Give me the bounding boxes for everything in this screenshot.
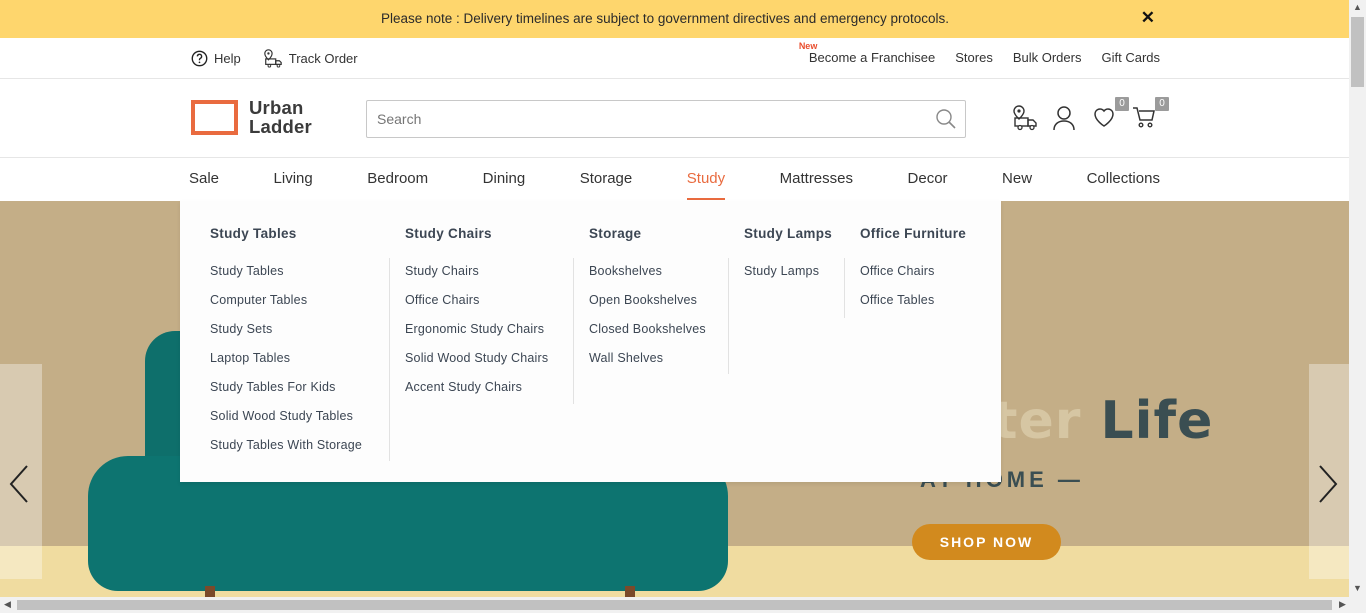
menu-link[interactable]: Office Chairs: [405, 293, 548, 322]
menu-link[interactable]: Ergonomic Study Chairs: [405, 322, 548, 351]
help-label: Help: [214, 50, 241, 66]
profile-button[interactable]: [1052, 105, 1078, 131]
wishlist-count: 0: [1115, 97, 1129, 111]
cart-icon: [1133, 107, 1155, 128]
menu-link[interactable]: Laptop Tables: [210, 351, 362, 380]
nav-mattresses[interactable]: Mattresses: [780, 170, 853, 187]
menu-link[interactable]: Study Chairs: [405, 264, 548, 293]
menu-link[interactable]: Study Tables For Kids: [210, 380, 362, 409]
logo[interactable]: Urban Ladder: [191, 98, 312, 136]
menu-link[interactable]: Study Sets: [210, 322, 362, 351]
track-order-label: Track Order: [288, 50, 358, 66]
column-title[interactable]: Study Tables: [210, 226, 297, 241]
cart-count: 0: [1155, 97, 1169, 111]
column-divider: [389, 258, 390, 461]
menu-link[interactable]: Bookshelves: [589, 264, 706, 293]
nav-dining[interactable]: Dining: [483, 170, 526, 187]
search-input[interactable]: [367, 101, 907, 137]
nav-collections[interactable]: Collections: [1087, 170, 1160, 187]
header: Urban Ladder 0 0: [0, 79, 1349, 158]
notice-bar: Please note : Delivery timelines are sub…: [0, 0, 1349, 38]
column-title[interactable]: Study Lamps: [744, 226, 832, 241]
scrollbar-thumb[interactable]: [17, 600, 1332, 610]
menu-link[interactable]: Study Tables: [210, 264, 362, 293]
franchisee-link[interactable]: New Become a Franchisee: [799, 41, 936, 65]
menu-link[interactable]: Wall Shelves: [589, 351, 706, 380]
scroll-left-icon[interactable]: ◀: [4, 599, 11, 610]
scroll-up-icon[interactable]: ▲: [1353, 2, 1362, 12]
menu-link[interactable]: Study Lamps: [744, 264, 819, 293]
column-title[interactable]: Study Chairs: [405, 226, 492, 241]
help-link[interactable]: Help: [191, 50, 241, 67]
nav-study[interactable]: Study: [686, 170, 726, 200]
menu-link[interactable]: Computer Tables: [210, 293, 362, 322]
user-icon: [1053, 106, 1075, 131]
column-divider: [844, 258, 845, 318]
chevron-left-icon: [9, 465, 28, 503]
menu-link[interactable]: Open Bookshelves: [589, 293, 706, 322]
store-locator-button[interactable]: [1012, 105, 1038, 131]
nav-decor[interactable]: Decor: [908, 170, 948, 187]
carousel-next-button[interactable]: [1309, 364, 1349, 579]
scroll-right-icon[interactable]: ▶: [1339, 599, 1346, 610]
wishlist-button[interactable]: 0: [1092, 97, 1129, 131]
stores-link[interactable]: Stores: [955, 50, 993, 65]
nav-bedroom[interactable]: Bedroom: [367, 170, 428, 187]
delivery-truck-icon: [1013, 105, 1037, 131]
cart-button[interactable]: 0: [1132, 97, 1169, 131]
logo-mark: [191, 99, 238, 135]
column-title[interactable]: Storage: [589, 226, 641, 241]
study-mega-menu: Study Tables Study Tables Computer Table…: [180, 201, 1001, 482]
search-icon[interactable]: [935, 108, 957, 130]
menu-link[interactable]: Office Tables: [860, 293, 935, 322]
notice-text: Please note : Delivery timelines are sub…: [380, 11, 950, 26]
track-order-link[interactable]: Track Order: [263, 48, 358, 68]
scroll-down-icon[interactable]: ▼: [1353, 583, 1362, 593]
column-divider: [573, 258, 574, 404]
menu-link[interactable]: Solid Wood Study Chairs: [405, 351, 548, 380]
shop-now-button[interactable]: SHOP NOW: [912, 524, 1061, 560]
menu-link[interactable]: Study Tables With Storage: [210, 438, 362, 467]
utility-bar: Help Track Order New Become a Franchisee …: [0, 38, 1349, 79]
logo-line2: Ladder: [249, 116, 312, 137]
franchisee-label: Become a Franchisee: [808, 50, 936, 65]
nav-living[interactable]: Living: [274, 170, 313, 187]
bulk-orders-link[interactable]: Bulk Orders: [1013, 50, 1082, 65]
menu-link[interactable]: Closed Bookshelves: [589, 322, 706, 351]
nav-storage[interactable]: Storage: [580, 170, 633, 187]
logo-line1: Urban: [249, 97, 304, 118]
nav-sale[interactable]: Sale: [189, 170, 219, 187]
close-icon[interactable]: ✕: [1141, 8, 1155, 28]
main-nav: Sale Living Bedroom Dining Storage Study…: [0, 158, 1349, 201]
vertical-scrollbar[interactable]: ▲ ▼: [1349, 0, 1366, 597]
carousel-prev-button[interactable]: [0, 364, 42, 579]
menu-link[interactable]: Solid Wood Study Tables: [210, 409, 362, 438]
nav-new[interactable]: New: [1002, 170, 1032, 187]
search-box: [366, 100, 966, 138]
column-divider: [728, 258, 729, 374]
track-order-icon: [263, 49, 282, 68]
scrollbar-thumb[interactable]: [1351, 17, 1364, 87]
menu-link[interactable]: Office Chairs: [860, 264, 935, 293]
gift-cards-link[interactable]: Gift Cards: [1101, 50, 1160, 65]
horizontal-scrollbar[interactable]: ◀ ▶: [0, 597, 1366, 613]
menu-link[interactable]: Accent Study Chairs: [405, 380, 548, 409]
heart-icon: [1094, 108, 1114, 127]
column-title[interactable]: Office Furniture: [860, 226, 966, 241]
help-icon: [191, 50, 208, 66]
chevron-right-icon: [1319, 465, 1338, 503]
